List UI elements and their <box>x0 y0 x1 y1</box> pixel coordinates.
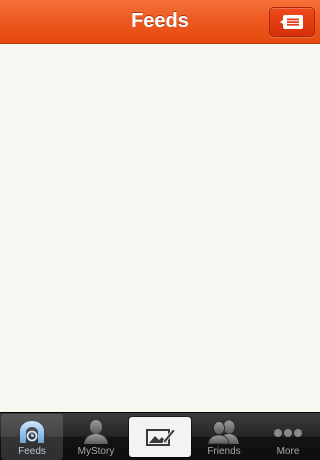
more-dots-icon <box>274 429 302 437</box>
tab-label: MyStory <box>77 446 115 457</box>
friends-icon <box>207 420 239 445</box>
compose-button[interactable] <box>129 417 191 457</box>
tab-label: More <box>276 446 300 457</box>
tab-label: Friends <box>207 446 241 457</box>
tab-mystory[interactable]: MyStory <box>65 414 127 460</box>
message-button[interactable] <box>269 7 315 37</box>
tab-label: Feeds <box>18 446 46 457</box>
app-root: Feeds Feeds MyStory Friends More <box>0 0 320 460</box>
feeds-content-area[interactable] <box>0 44 320 412</box>
navigation-bar: Feeds <box>0 0 320 44</box>
compose-icon <box>146 428 176 446</box>
message-icon <box>280 15 303 29</box>
tab-feeds[interactable]: Feeds <box>1 414 63 460</box>
tab-bar: Feeds MyStory Friends More <box>0 412 320 460</box>
tab-more[interactable]: More <box>257 414 319 460</box>
person-icon <box>84 420 108 444</box>
tab-friends[interactable]: Friends <box>193 414 255 460</box>
feeds-icon <box>20 421 44 443</box>
